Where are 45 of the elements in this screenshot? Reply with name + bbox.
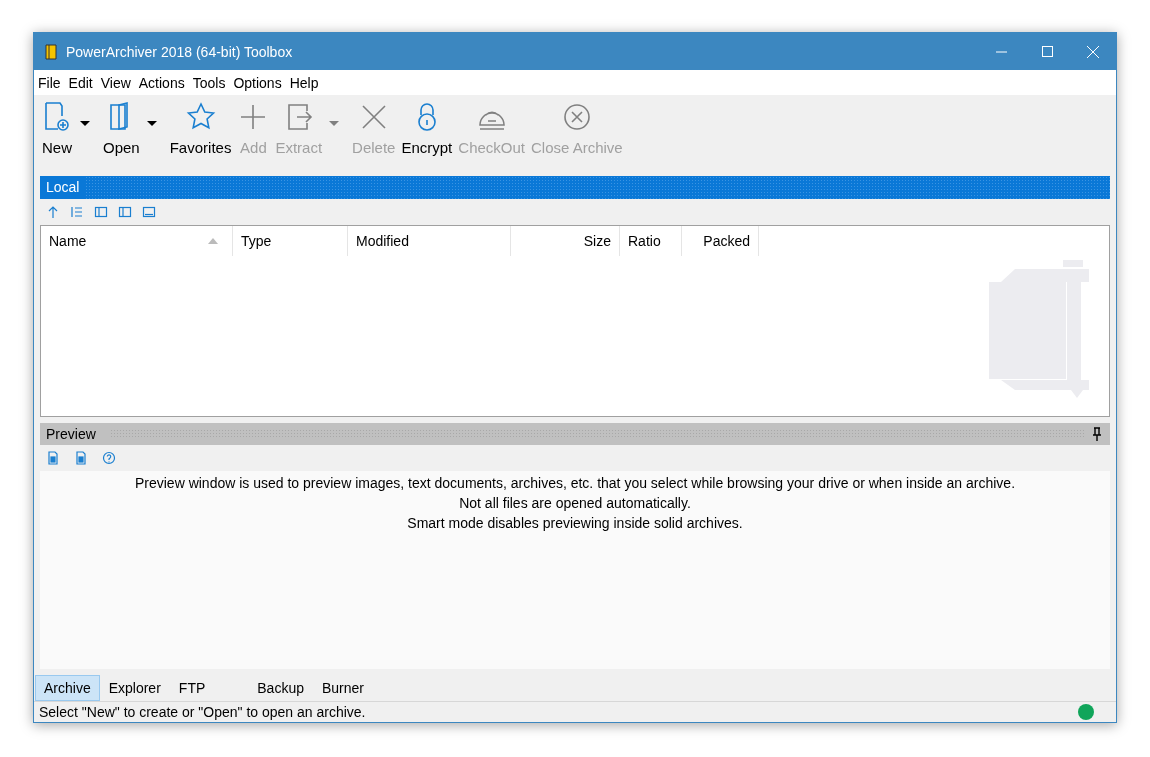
column-header[interactable]: Size [543, 226, 620, 256]
tab[interactable]: Backup [248, 675, 313, 701]
menu-item[interactable]: Tools [188, 74, 230, 91]
panel-title: Preview [45, 424, 97, 444]
caret-icon[interactable] [80, 121, 90, 126]
menu-item[interactable]: Options [229, 74, 286, 91]
list-icon[interactable] [70, 205, 84, 219]
menu-item[interactable]: Actions [134, 74, 189, 91]
sort-arrow-icon [208, 238, 218, 244]
app-logo-icon [44, 42, 58, 61]
document-icon[interactable] [74, 451, 88, 465]
help-icon[interactable] [102, 451, 116, 465]
caret-icon[interactable] [146, 121, 157, 126]
panel-icon[interactable] [94, 205, 108, 219]
tab[interactable]: Burner [313, 675, 373, 701]
menu-item[interactable]: File [34, 74, 65, 91]
up-arrow-icon[interactable] [46, 205, 60, 219]
tab[interactable]: Archive [35, 675, 100, 701]
column-header[interactable]: Modified [348, 226, 511, 256]
window-title: PowerArchiver 2018 (64-bit) Toolbox [66, 43, 294, 60]
pin-icon[interactable] [1092, 427, 1102, 441]
column-header[interactable]: Name [41, 226, 233, 256]
toolbar-button[interactable]: Encrypt [398, 101, 456, 156]
status-indicator-icon [1078, 704, 1094, 720]
menu-item[interactable]: View [96, 74, 135, 91]
column-header[interactable]: Packed [682, 226, 759, 256]
toolbar-button[interactable]: Favorites [166, 101, 235, 156]
tab[interactable]: FTP [169, 675, 215, 701]
document-icon[interactable] [46, 451, 60, 465]
panel-icon[interactable] [118, 205, 132, 219]
status-text: Select "New" to create or "Open" to open an archive. [39, 704, 367, 720]
panel-title: Local [40, 176, 86, 199]
toolbar-button[interactable]: New [38, 101, 76, 156]
panel-icon[interactable] [142, 205, 156, 219]
close-icon[interactable] [1087, 45, 1099, 58]
preview-message: Preview window is used to preview images, text documents, archives, etc. that you select while browsing your drive or when inside an archive. [134, 474, 1016, 493]
preview-message: Smart mode disables previewing inside solid archives. [407, 514, 743, 533]
tab[interactable]: Explorer [99, 675, 170, 701]
column-header[interactable]: Type [233, 226, 348, 256]
menu-item[interactable]: Help [285, 74, 323, 91]
column-header[interactable]: Ratio [620, 226, 682, 256]
menu-item[interactable]: Edit [64, 74, 97, 91]
maximize-icon[interactable] [1041, 46, 1053, 57]
toolbar-button[interactable]: Open [100, 101, 143, 156]
preview-message: Not all files are opened automatically. [459, 494, 691, 513]
